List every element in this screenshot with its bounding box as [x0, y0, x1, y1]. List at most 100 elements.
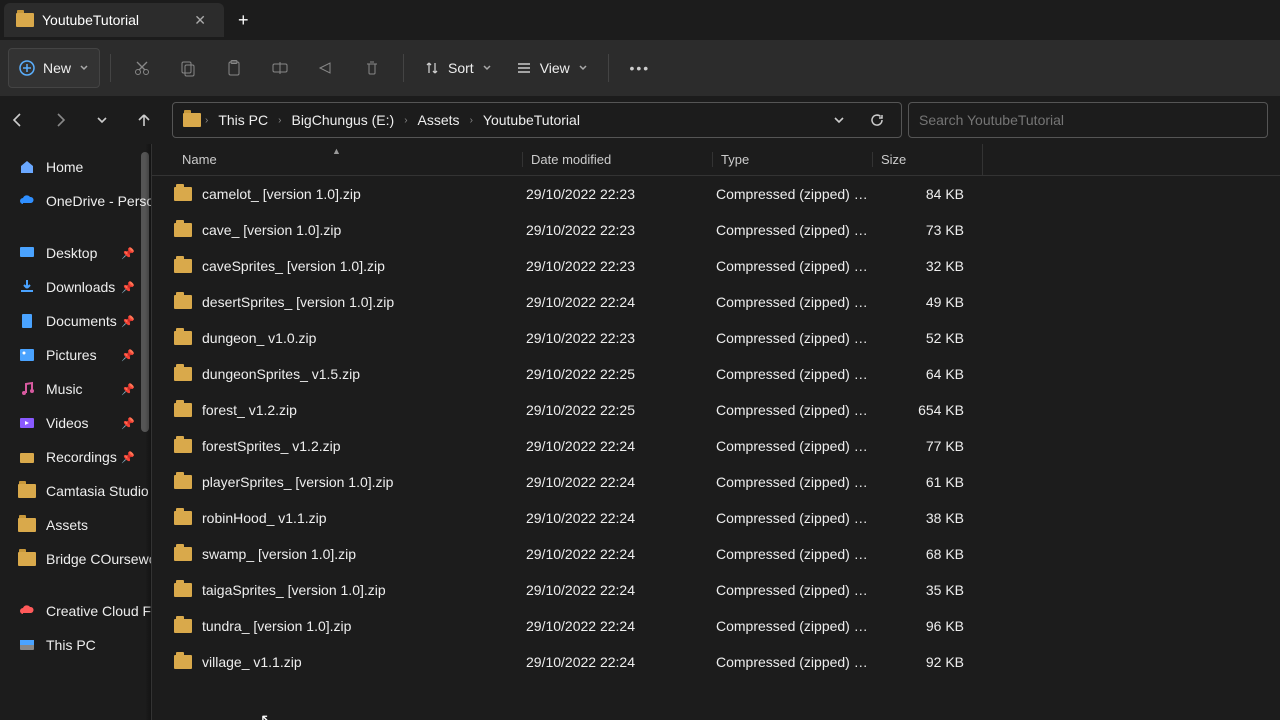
breadcrumb[interactable]: BigChungus (E:) — [285, 108, 400, 132]
file-row[interactable]: village_ v1.1.zip 29/10/2022 22:24 Compr… — [152, 644, 1280, 680]
rename-icon — [271, 59, 289, 77]
forward-button[interactable] — [42, 102, 78, 138]
chevron-down-icon — [79, 63, 89, 73]
file-name: forest_ v1.2.zip — [202, 402, 297, 418]
zip-icon — [174, 259, 192, 273]
file-row[interactable]: taigaSprites_ [version 1.0].zip 29/10/20… — [152, 572, 1280, 608]
address-dropdown-button[interactable] — [821, 102, 857, 138]
delete-icon — [363, 59, 381, 77]
file-row[interactable]: camelot_ [version 1.0].zip 29/10/2022 22… — [152, 176, 1280, 212]
more-button[interactable]: ••• — [619, 48, 661, 88]
sidebar-item-onedrive[interactable]: OneDrive - Personal — [0, 184, 151, 218]
sidebar-label: Videos — [46, 415, 89, 431]
pin-icon: 📌 — [121, 349, 135, 362]
sidebar-item[interactable]: Bridge COursework — [0, 542, 151, 576]
tab-active[interactable]: YoutubeTutorial ✕ — [4, 3, 224, 37]
sort-button[interactable]: Sort — [414, 48, 502, 88]
folder-icon — [183, 113, 201, 127]
sidebar-item[interactable]: Recordings 📌 — [0, 440, 151, 474]
file-row[interactable]: cave_ [version 1.0].zip 29/10/2022 22:23… — [152, 212, 1280, 248]
zip-icon — [174, 475, 192, 489]
sidebar-item-icon — [18, 636, 36, 654]
breadcrumb[interactable]: Assets — [412, 108, 466, 132]
file-row[interactable]: tundra_ [version 1.0].zip 29/10/2022 22:… — [152, 608, 1280, 644]
new-button[interactable]: New — [8, 48, 100, 88]
close-tab-button[interactable]: ✕ — [188, 10, 212, 31]
search-input[interactable] — [919, 112, 1257, 128]
ellipsis-icon: ••• — [629, 60, 650, 76]
address-bar[interactable]: › This PC › BigChungus (E:) › Assets › Y… — [172, 102, 902, 138]
file-row[interactable]: dungeonSprites_ v1.5.zip 29/10/2022 22:2… — [152, 356, 1280, 392]
file-size: 64 KB — [872, 366, 982, 382]
cut-icon — [133, 59, 151, 77]
file-type: Compressed (zipped) Fo... — [712, 402, 872, 418]
breadcrumb[interactable]: This PC — [212, 108, 274, 132]
file-row[interactable]: robinHood_ v1.1.zip 29/10/2022 22:24 Com… — [152, 500, 1280, 536]
file-type: Compressed (zipped) Fo... — [712, 258, 872, 274]
sidebar-item[interactable]: Camtasia Studio — [0, 474, 151, 508]
copy-button[interactable] — [167, 48, 209, 88]
arrow-right-icon — [51, 111, 69, 129]
file-row[interactable]: caveSprites_ [version 1.0].zip 29/10/202… — [152, 248, 1280, 284]
breadcrumb[interactable]: YoutubeTutorial — [477, 108, 586, 132]
sidebar-label: Desktop — [46, 245, 97, 261]
sidebar-item[interactable]: Assets — [0, 508, 151, 542]
search-box[interactable] — [908, 102, 1268, 138]
file-size: 68 KB — [872, 546, 982, 562]
column-header-name[interactable]: Name ▲ — [172, 152, 522, 167]
sort-label: Sort — [448, 60, 474, 76]
sidebar-item-home[interactable]: Home — [0, 150, 151, 184]
file-row[interactable]: forest_ v1.2.zip 29/10/2022 22:25 Compre… — [152, 392, 1280, 428]
file-type: Compressed (zipped) Fo... — [712, 474, 872, 490]
sidebar-item[interactable]: Pictures 📌 — [0, 338, 151, 372]
sidebar-item-icon — [18, 278, 36, 296]
file-date: 29/10/2022 22:23 — [522, 330, 712, 346]
file-size: 61 KB — [872, 474, 982, 490]
sidebar-item[interactable]: Documents 📌 — [0, 304, 151, 338]
up-button[interactable] — [126, 102, 162, 138]
delete-button[interactable] — [351, 48, 393, 88]
file-name: camelot_ [version 1.0].zip — [202, 186, 361, 202]
sidebar-label: Creative Cloud Files — [46, 603, 151, 619]
zip-icon — [174, 223, 192, 237]
file-date: 29/10/2022 22:23 — [522, 186, 712, 202]
file-name: forestSprites_ v1.2.zip — [202, 438, 341, 454]
sidebar-item[interactable]: Downloads 📌 — [0, 270, 151, 304]
file-row[interactable]: desertSprites_ [version 1.0].zip 29/10/2… — [152, 284, 1280, 320]
file-name: tundra_ [version 1.0].zip — [202, 618, 351, 634]
rename-button[interactable] — [259, 48, 301, 88]
sidebar-item[interactable]: Creative Cloud Files — [0, 594, 151, 628]
refresh-button[interactable] — [859, 102, 895, 138]
sidebar-item[interactable]: Videos 📌 — [0, 406, 151, 440]
file-name: desertSprites_ [version 1.0].zip — [202, 294, 394, 310]
column-header-date[interactable]: Date modified — [522, 152, 712, 167]
column-header-type[interactable]: Type — [712, 152, 872, 167]
paste-button[interactable] — [213, 48, 255, 88]
paste-icon — [225, 59, 243, 77]
sidebar: Home OneDrive - Personal Desktop 📌 Downl… — [0, 144, 152, 720]
sidebar-label: Documents — [46, 313, 117, 329]
sidebar-item[interactable]: Music 📌 — [0, 372, 151, 406]
view-button[interactable]: View — [506, 48, 598, 88]
column-header-size[interactable]: Size — [872, 152, 982, 167]
cut-button[interactable] — [121, 48, 163, 88]
sidebar-item[interactable]: Desktop 📌 — [0, 236, 151, 270]
file-type: Compressed (zipped) Fo... — [712, 294, 872, 310]
recent-button[interactable] — [84, 102, 120, 138]
back-button[interactable] — [0, 102, 36, 138]
file-row[interactable]: dungeon_ v1.0.zip 29/10/2022 22:23 Compr… — [152, 320, 1280, 356]
file-name: robinHood_ v1.1.zip — [202, 510, 327, 526]
sidebar-item-icon — [18, 312, 36, 330]
file-row[interactable]: playerSprites_ [version 1.0].zip 29/10/2… — [152, 464, 1280, 500]
file-name: playerSprites_ [version 1.0].zip — [202, 474, 393, 490]
sidebar-label: OneDrive - Personal — [46, 193, 151, 209]
add-tab-button[interactable]: + — [224, 10, 263, 31]
chevron-down-icon — [482, 63, 492, 73]
file-row[interactable]: swamp_ [version 1.0].zip 29/10/2022 22:2… — [152, 536, 1280, 572]
share-button[interactable] — [305, 48, 347, 88]
arrow-up-icon — [135, 111, 153, 129]
file-row[interactable]: forestSprites_ v1.2.zip 29/10/2022 22:24… — [152, 428, 1280, 464]
file-name: swamp_ [version 1.0].zip — [202, 546, 356, 562]
sidebar-item[interactable]: This PC — [0, 628, 151, 662]
refresh-icon — [869, 112, 885, 128]
